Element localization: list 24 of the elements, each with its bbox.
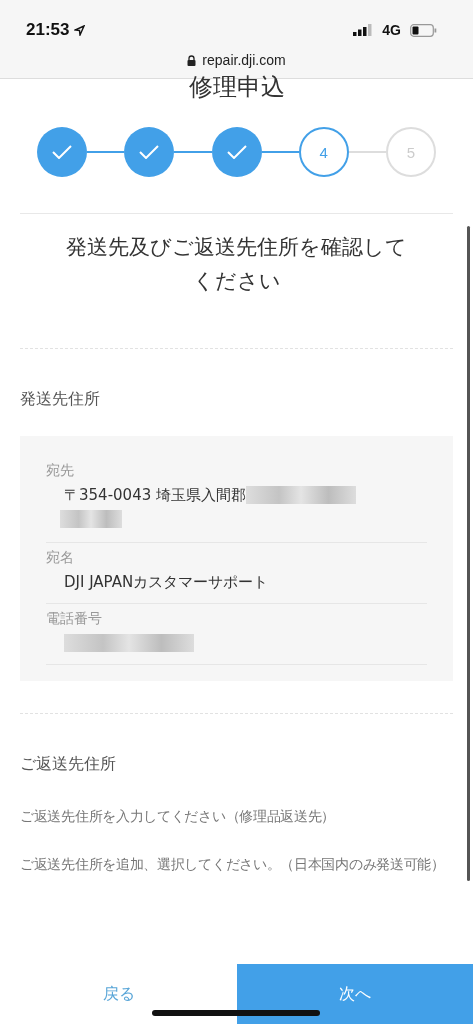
section-title: 発送先住所 <box>20 388 101 410</box>
page-title: 修理申込 <box>187 73 286 101</box>
check-icon <box>139 145 160 159</box>
redacted-text <box>60 510 122 528</box>
url-text[interactable]: repair.dji.com <box>202 52 286 68</box>
status-time: 21:53 <box>26 20 70 40</box>
instruction-text: ご返送先住所を追加、選択してください。（日本国内のみ発送可能） <box>20 855 446 874</box>
lock-icon <box>187 54 197 66</box>
check-icon <box>52 145 72 159</box>
network-label: 4G <box>382 22 401 38</box>
check-icon <box>226 145 247 159</box>
signal-icon <box>353 24 374 36</box>
confirm-heading: 発送先及びご返送先住所を確認してください <box>65 234 408 295</box>
location-arrow-icon <box>74 24 86 36</box>
battery-icon <box>410 23 437 37</box>
section-title: ご返送先住所 <box>20 753 117 775</box>
field-label: 宛先 <box>46 462 75 480</box>
next-button[interactable]: 次へ <box>237 964 473 1024</box>
instruction-text: ご返送先住所を入力してください（修理品返送先） <box>20 807 337 826</box>
field-value: DJI JAPANカスタマーサポート <box>64 572 269 592</box>
field-label: 宛名 <box>46 549 75 567</box>
field-label: 電話番号 <box>46 610 103 628</box>
field-value: 〒354-0043 埼玉県入間郡 <box>64 485 246 505</box>
step-indicator: 4 <box>298 127 349 177</box>
